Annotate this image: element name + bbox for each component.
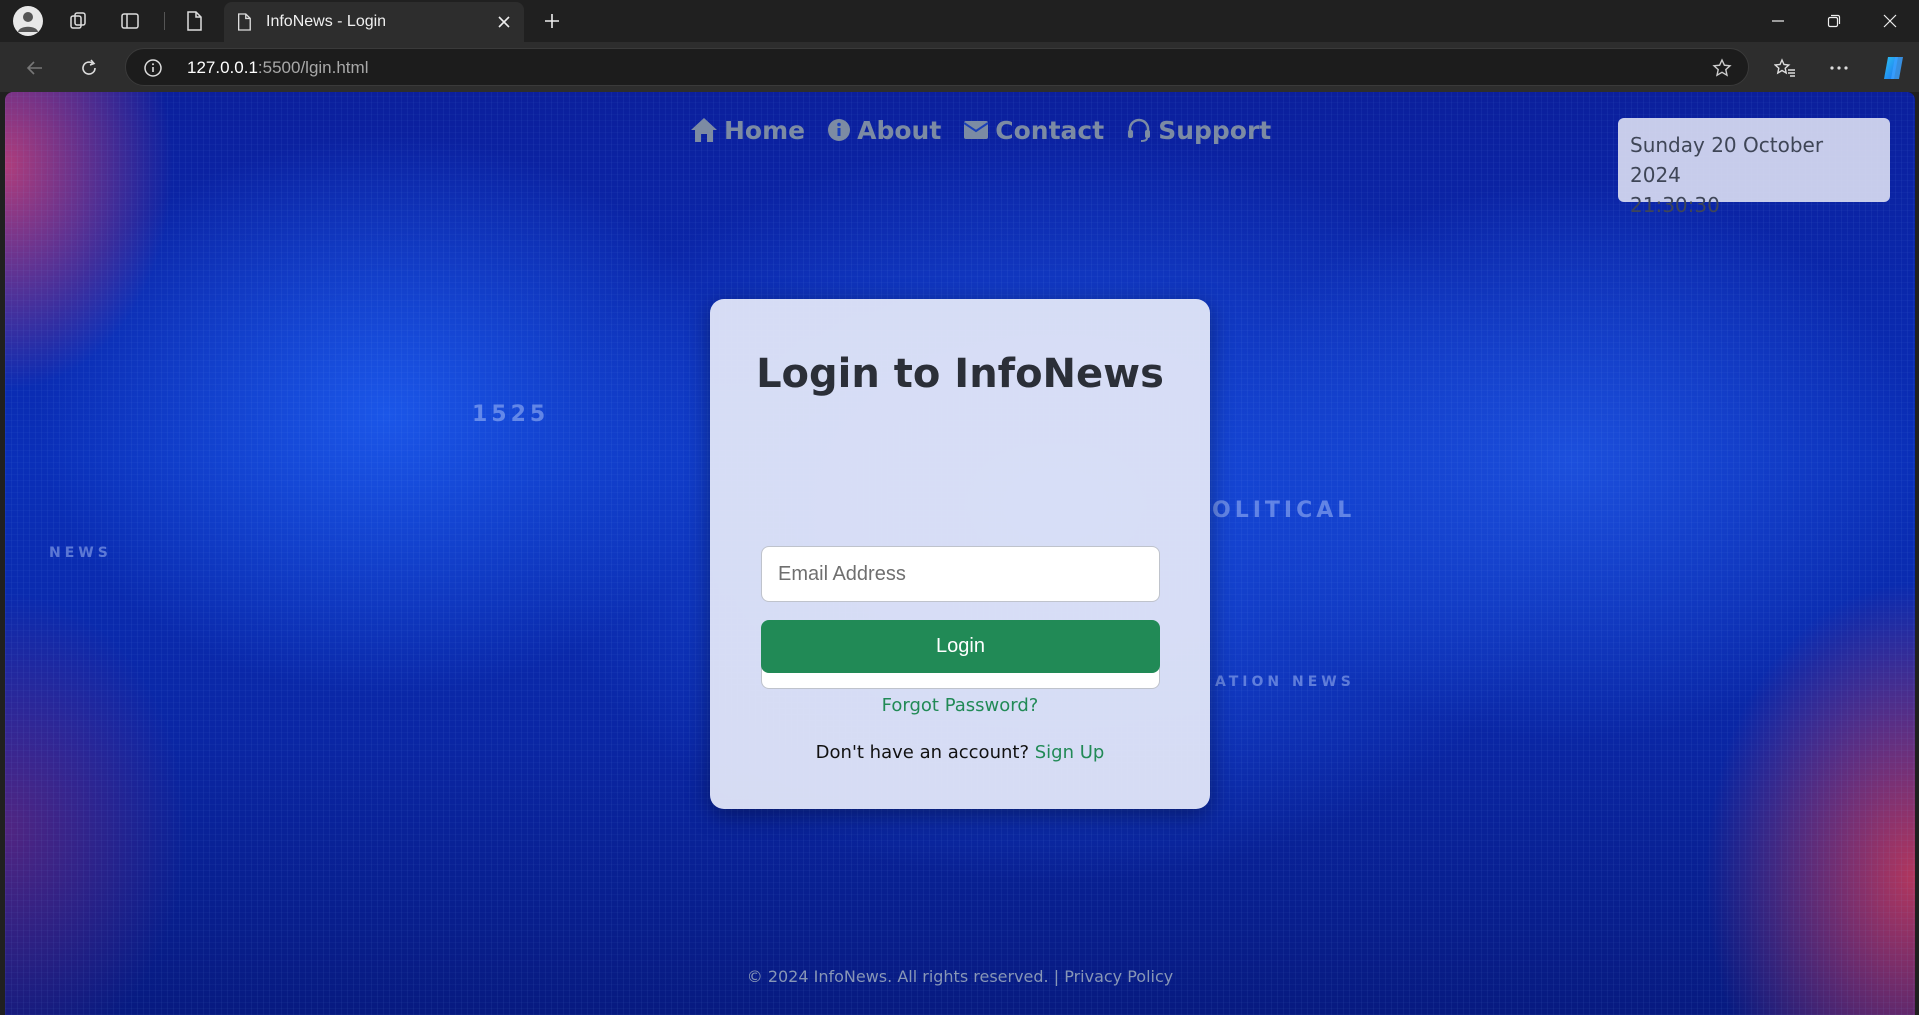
copilot-button[interactable] [1876,51,1910,85]
workspaces-icon [70,12,86,29]
nav-contact[interactable]: Contact [963,116,1104,145]
refresh-icon [82,59,96,75]
back-button[interactable] [18,51,52,85]
favorites-icon [1774,58,1795,77]
more-options-button[interactable] [1822,51,1856,85]
active-tab[interactable]: InfoNews - Login [224,2,524,42]
site-info-icon[interactable] [142,57,164,79]
minimize-icon [1772,20,1784,22]
sign-up-link[interactable]: Sign Up [1035,742,1105,763]
privacy-policy-link[interactable]: Privacy Policy [1064,967,1173,986]
envelope-icon [963,121,989,139]
tab-separator [164,12,165,30]
copilot-icon [1884,57,1903,79]
tab-title: InfoNews - Login [266,13,387,30]
background-text: ATION NEWS [1215,674,1355,690]
background-text: OLITICAL [1212,498,1356,523]
page-viewport: 1525 NEWS OLITICAL ATION NEWS Home About… [5,92,1915,1015]
copyright-text: © 2024 InfoNews. All rights reserved. | [746,967,1060,986]
address-bar[interactable]: 127.0.0.1:5500/lgin.html [125,48,1749,86]
signup-prompt: Don't have an account? Sign Up [710,742,1210,763]
login-title: Login to InfoNews [756,351,1164,397]
restore-icon [1827,14,1841,28]
headset-icon [1128,118,1151,142]
nav-home[interactable]: Home [690,116,805,145]
workspaces-button[interactable] [60,6,96,36]
page-footer: © 2024 InfoNews. All rights reserved. | … [5,967,1915,986]
tab-actions-icon [121,13,139,29]
nav-about[interactable]: About [827,116,941,145]
no-account-text: Don't have an account? [815,742,1029,763]
login-button[interactable]: Login [761,620,1160,673]
pinned-tab[interactable] [176,6,212,36]
more-dots-icon [1830,66,1848,70]
email-input[interactable] [761,546,1160,602]
nav-about-label: About [857,115,942,145]
plus-icon [545,14,559,28]
close-window-button[interactable] [1862,0,1918,42]
close-icon [1883,14,1897,28]
background-text: 1525 [472,402,550,427]
address-url[interactable]: 127.0.0.1:5500/lgin.html [187,58,368,78]
tab-actions-button[interactable] [112,6,148,36]
tab-page-icon [236,13,252,36]
clock-time: 21:30:30 [1630,193,1720,217]
page-icon [187,11,202,31]
browser-tab-bar: InfoNews - Login [0,0,1919,42]
nav-support[interactable]: Support [1126,116,1271,145]
nav-support-label: Support [1158,115,1272,145]
profile-avatar-icon [13,6,43,36]
url-path: :5500/lgin.html [257,58,369,77]
main-nav: Home About Contact Support [690,112,1271,148]
clock-date: Sunday 20 October 2024 [1630,133,1824,187]
login-card: Login to InfoNews Login Forgot Password?… [710,299,1210,809]
favorite-star-icon[interactable] [1710,56,1734,80]
favorites-button[interactable] [1768,51,1802,85]
restore-button[interactable] [1806,0,1862,42]
browser-toolbar: 127.0.0.1:5500/lgin.html [0,42,1919,92]
new-tab-button[interactable] [536,6,568,36]
info-icon [828,119,851,141]
nav-home-label: Home [724,115,806,145]
background-text: NEWS [49,545,112,561]
url-host: 127.0.0.1 [187,58,258,77]
arrow-left-icon [26,61,42,75]
forgot-password-link[interactable]: Forgot Password? [710,695,1210,716]
profile-button[interactable] [10,6,46,36]
date-time-widget: Sunday 20 October 2024 21:30:30 [1618,118,1890,217]
minimize-button[interactable] [1750,0,1806,42]
refresh-button[interactable] [72,51,106,85]
nav-contact-label: Contact [995,115,1105,145]
home-icon [691,118,717,142]
tab-close-icon[interactable] [492,10,516,34]
